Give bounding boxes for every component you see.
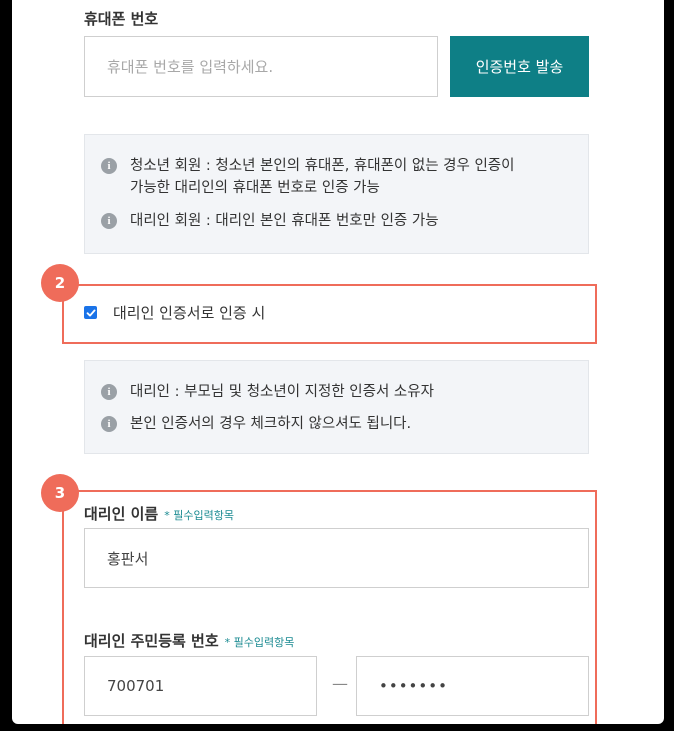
info-circle-icon: i xyxy=(101,416,117,432)
required-mark: * 필수입력항목 xyxy=(164,509,234,522)
info-circle-icon: i xyxy=(101,384,117,400)
info-circle-icon: i xyxy=(101,213,117,229)
info-text: 본인 인증서의 경우 체크하지 않으셔도 됩니다. xyxy=(130,416,412,432)
info-box-phone: i 청소년 회원 : 청소년 본인의 휴대폰, 휴대폰이 없는 경우 인증이 가… xyxy=(84,134,589,254)
info-text: 가능한 대리인의 휴대폰 번호로 인증 가능 xyxy=(130,180,380,196)
agent-rrn-label-text: 대리인 주민등록 번호 xyxy=(84,632,219,650)
phone-input[interactable]: 휴대폰 번호를 입력하세요. xyxy=(84,36,438,97)
agent-cert-label[interactable]: 대리인 인증서로 인증 시 xyxy=(113,302,265,323)
checkmark-icon xyxy=(86,309,95,316)
agent-rrn-front-input[interactable]: 700701 xyxy=(84,656,317,716)
info-box-agent: i 대리인 : 부모님 및 청소년이 지정한 인증서 소유자 i 본인 인증서의… xyxy=(84,360,589,454)
step-marker-3: 3 xyxy=(41,474,79,512)
step-marker-2: 2 xyxy=(41,264,79,302)
agent-name-value: 홍판서 xyxy=(107,549,149,568)
phone-placeholder: 휴대폰 번호를 입력하세요. xyxy=(107,58,274,76)
info-row: i 청소년 회원 : 청소년 본인의 휴대폰, 휴대폰이 없는 경우 인증이 가… xyxy=(101,155,514,199)
info-row: i 대리인 : 부모님 및 청소년이 지정한 인증서 소유자 xyxy=(101,381,434,403)
agent-rrn-label: 대리인 주민등록 번호 * 필수입력항목 xyxy=(84,630,294,651)
agent-cert-checkbox[interactable] xyxy=(84,306,97,319)
info-circle-icon: i xyxy=(101,158,117,174)
agent-rrn-back-input[interactable]: ••••••• xyxy=(356,656,589,716)
agent-rrn-front-value: 700701 xyxy=(107,677,165,695)
required-mark: * 필수입력항목 xyxy=(224,636,295,649)
info-text: 대리인 : 부모님 및 청소년이 지정한 인증서 소유자 xyxy=(130,384,434,400)
agent-name-input[interactable]: 홍판서 xyxy=(84,528,589,588)
agent-rrn-back-value: ••••••• xyxy=(379,677,448,695)
agent-name-label-text: 대리인 이름 xyxy=(84,505,159,523)
info-row: i 본인 인증서의 경우 체크하지 않으셔도 됩니다. xyxy=(101,413,411,435)
agent-name-label: 대리인 이름 * 필수입력항목 xyxy=(84,503,234,524)
rrn-separator: — xyxy=(332,674,348,693)
phone-label: 휴대폰 번호 xyxy=(84,10,159,28)
send-code-button[interactable]: 인증번호 발송 xyxy=(450,36,589,97)
info-row: i 대리인 회원 : 대리인 본인 휴대폰 번호만 인증 가능 xyxy=(101,210,439,232)
info-text: 청소년 회원 : 청소년 본인의 휴대폰, 휴대폰이 없는 경우 인증이 xyxy=(130,158,515,174)
info-text: 대리인 회원 : 대리인 본인 휴대폰 번호만 인증 가능 xyxy=(130,213,439,229)
form-card: 휴대폰 번호 휴대폰 번호를 입력하세요. 인증번호 발송 i 청소년 회원 :… xyxy=(12,0,664,724)
